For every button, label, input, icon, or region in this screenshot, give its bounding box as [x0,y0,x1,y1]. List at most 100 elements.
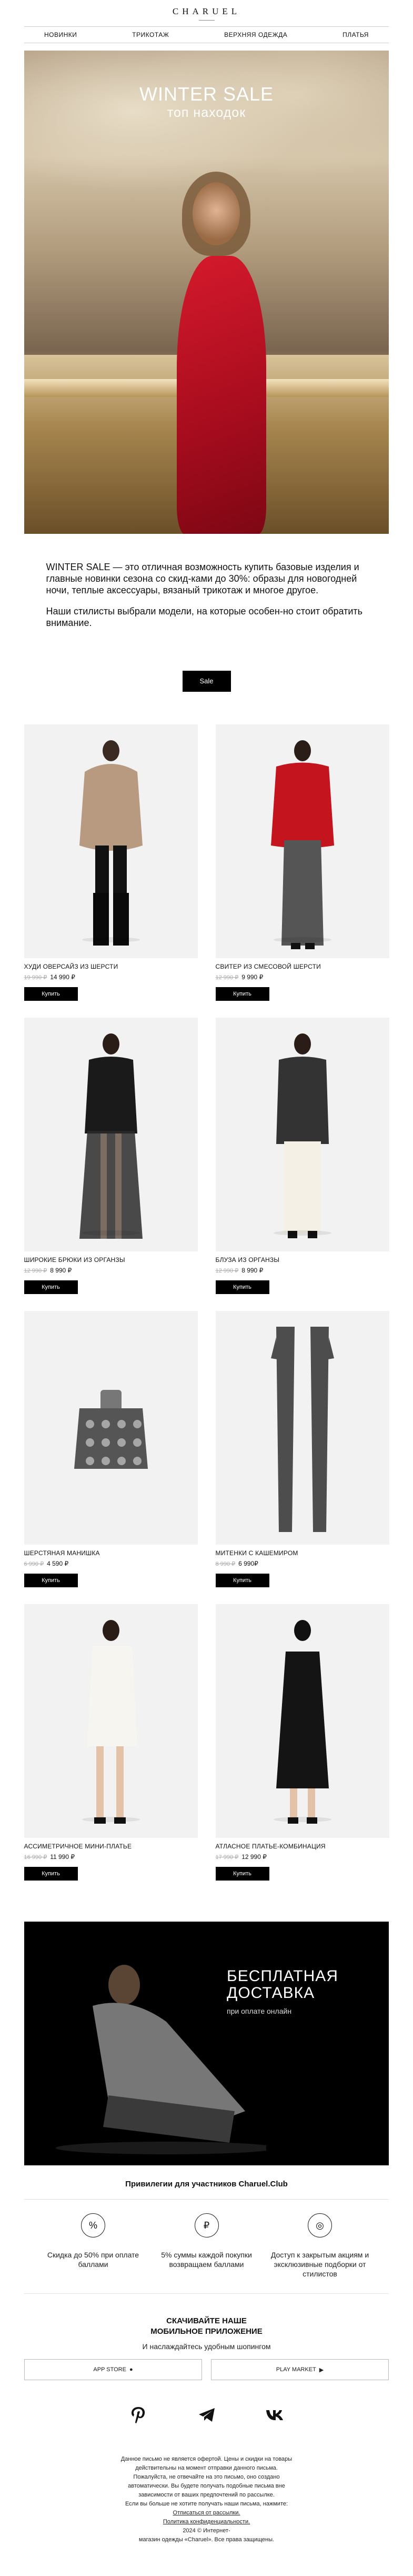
footer-line: Данное письмо не является офертой. Цены … [120,2456,293,2462]
buy-button[interactable]: Купить [215,1280,269,1294]
benefit-text: Скидка до 50% при оплате баллами [47,2251,139,2269]
model-illustration [276,1620,329,1824]
hero-model-face [193,182,240,245]
promo-note: при оплате онлайн [227,2007,292,2015]
divider [24,2199,389,2200]
product-name[interactable]: АТЛАСНОЕ ПЛАТЬЕ-КОМБИНАЦИЯ [216,1843,389,1850]
bottom-spacer [0,2544,413,2576]
image-shadow [273,1230,331,1236]
buy-button[interactable]: Купить [24,1867,78,1881]
product-image[interactable] [215,1018,389,1251]
nav-item-outerwear[interactable]: ВЕРХНЯЯ ОДЕЖДА [224,31,287,38]
benefit-item: ◎ Доступ к закрытым акциям и эксклюзивны… [270,2213,370,2279]
product-name[interactable]: АССИМЕТРИЧНОЕ МИНИ-ПЛАТЬЕ [24,1843,198,1850]
product-name[interactable]: СВИТЕР ИЗ СМЕСОВОЙ ШЕРСТИ [216,963,389,970]
sale-button[interactable]: Sale [182,671,231,692]
product-card[interactable]: ШИРОКИЕ БРЮКИ ИЗ ОРГАНЗЫ 12 990 ₽8 990 ₽… [24,1018,198,1294]
intro-paragraph-1: WINTER SALE — это отличная возможность к… [46,562,359,595]
model-illustration [87,1620,137,1824]
product-image[interactable] [24,1604,198,1838]
product-image[interactable] [215,1311,389,1545]
price: 8 990 ₽ [241,1267,264,1274]
image-shadow [273,1817,331,1822]
top-nav: НОВИНКИ ТРИКОТАЖ ВЕРХНЯЯ ОДЕЖДА ПЛАТЬЯ [24,26,389,43]
product-image[interactable] [24,1018,198,1251]
footer: Данное письмо не является офертой. Цены … [86,2455,328,2544]
product-image[interactable] [215,724,389,958]
app-store-button[interactable]: APP STORE ● [24,2359,202,2380]
social-links [0,2404,413,2425]
old-price: 16 990 ₽ [24,1854,47,1861]
nav-item-dresses[interactable]: ПЛАТЬЯ [343,31,369,38]
price: 14 990 ₽ [50,973,75,981]
old-price: 12 990 ₽ [24,1268,47,1274]
nav-item-knitwear[interactable]: ТРИКОТАЖ [132,31,169,38]
buy-button[interactable]: Купить [215,1867,269,1881]
free-delivery-banner[interactable]: БЕСПЛАТНАЯ ДОСТАВКА при оплате онлайн [24,1922,389,2165]
brand-logo[interactable]: CHARUEL [0,0,413,26]
pinterest-icon[interactable] [128,2404,149,2425]
old-price: 12 990 ₽ [215,1268,239,1274]
footer-line: 2024 © Интернет- [183,2528,230,2534]
product-prices: 6 990 ₽4 590 ₽ [24,1560,198,1567]
product-image[interactable] [215,1604,389,1838]
logo-divider [198,19,215,21]
product-card[interactable]: ХУДИ ОВЕРСАЙЗ ИЗ ШЕРСТИ 19 990 ₽14 990 ₽… [24,724,198,1001]
app-title-line-2: МОБИЛЬНОЕ ПРИЛОЖЕНИЕ [150,2327,263,2336]
product-name[interactable]: МИТЕНКИ С КАШЕМИРОМ [216,1549,389,1557]
footer-line: Если вы больше не хотите получать наши п… [125,2501,288,2507]
product-name[interactable]: БЛУЗА ИЗ ОРГАНЗЫ [216,1256,389,1264]
nav-item-new[interactable]: НОВИНКИ [44,31,77,38]
product-image[interactable] [24,724,198,958]
product-card[interactable]: СВИТЕР ИЗ СМЕСОВОЙ ШЕРСТИ 12 990 ₽9 990 … [215,724,389,1001]
model-illustration [270,740,334,949]
product-card[interactable]: БЛУЗА ИЗ ОРГАНЗЫ 12 990 ₽8 990 ₽ Купить [215,1018,389,1294]
play-market-label: PLAY MARKET [276,2366,316,2373]
product-prices: 12 990 ₽9 990 ₽ [216,973,389,981]
model-illustration [79,740,143,946]
buy-button[interactable]: Купить [24,1280,78,1294]
product-card[interactable]: МИТЕНКИ С КАШЕМИРОМ 8 990 ₽6 990₽ Купить [215,1311,389,1587]
hero-title: WINTER SALE [139,83,274,105]
buy-button[interactable]: Купить [24,987,78,1001]
product-card[interactable]: АССИМЕТРИЧНОЕ МИНИ-ПЛАТЬЕ 16 990 ₽11 990… [24,1604,198,1881]
product-name[interactable]: ШЕРСТЯНАЯ МАНИШКА [24,1549,198,1557]
product-image[interactable] [24,1311,198,1545]
product-name[interactable]: ХУДИ ОВЕРСАЙЗ ИЗ ШЕРСТИ [24,963,198,970]
play-market-button[interactable]: PLAY MARKET ▶ [211,2359,389,2380]
footer-line: магазин одежды «Charuel». Все права защи… [138,2537,275,2543]
product-prices: 12 990 ₽8 990 ₽ [24,1267,198,1274]
email-page: CHARUEL НОВИНКИ ТРИКОТАЖ ВЕРХНЯЯ ОДЕЖДА … [0,0,413,2576]
model-illustration [276,1033,329,1238]
club-title: Привилегии для участников Charuel.Club [125,2180,288,2189]
product-card[interactable]: АТЛАСНОЕ ПЛАТЬЕ-КОМБИНАЦИЯ 17 990 ₽12 99… [215,1604,389,1881]
product-prices: 19 990 ₽14 990 ₽ [24,973,198,981]
image-shadow [82,1817,140,1822]
rings-icon: ◎ [308,2213,332,2237]
privacy-policy-link[interactable]: Политика конфиденциальности. [86,2518,328,2527]
vk-icon[interactable] [265,2404,286,2425]
buy-button[interactable]: Купить [215,1574,269,1587]
footer-line: зависимости от ваших предпочтений по рас… [138,2492,275,2498]
product-card[interactable]: ШЕРСТЯНАЯ МАНИШКА 6 990 ₽4 590 ₽ Купить [24,1311,198,1587]
buy-button[interactable]: Купить [215,987,269,1001]
benefit-text: Доступ к закрытым акциям и эксклюзивные … [270,2251,369,2278]
scarf-illustration [74,1390,148,1469]
old-price: 8 990 ₽ [215,1561,236,1567]
apple-icon: ● [129,2366,133,2373]
telegram-icon[interactable] [196,2404,217,2425]
model-illustration [79,1033,143,1239]
logo-text: CHARUEL [172,6,241,16]
hero-banner[interactable]: WINTER SALE топ находок [24,51,389,534]
product-name[interactable]: ШИРОКИЕ БРЮКИ ИЗ ОРГАНЗЫ [24,1256,198,1264]
product-prices: 8 990 ₽6 990₽ [216,1560,389,1567]
footer-line: действительны на момент отправки данного… [135,2465,278,2471]
price: 8 990 ₽ [50,1267,72,1274]
unsubscribe-link[interactable]: Отписаться от рассылки. [86,2509,328,2518]
old-price: 19 990 ₽ [24,974,47,981]
app-subtitle: И наслаждайтесь удобным шопингом [142,2342,271,2351]
app-title-line-1: СКАЧИВАЙТЕ НАШЕ [166,2316,247,2325]
app-store-label: APP STORE [93,2366,126,2373]
buy-button[interactable]: Купить [24,1574,78,1587]
price: 6 990₽ [238,1560,258,1567]
